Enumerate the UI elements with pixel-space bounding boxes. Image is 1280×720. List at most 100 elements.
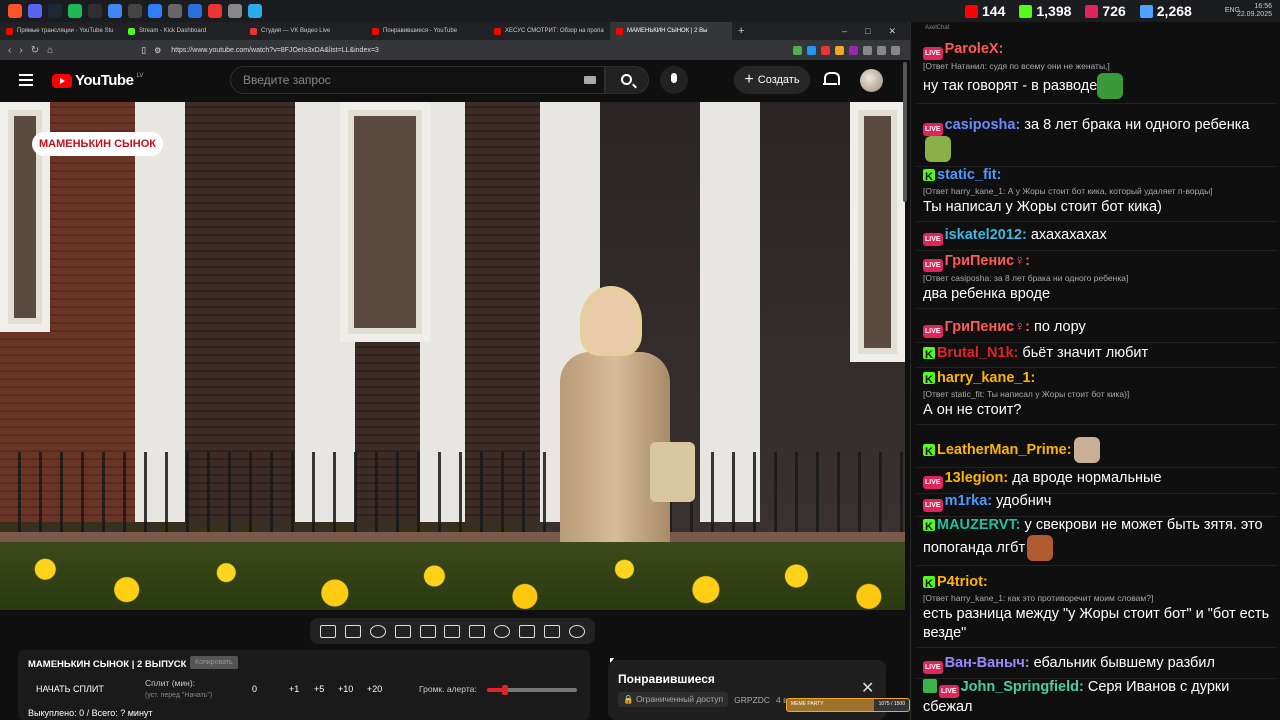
copy-button[interactable]: Копировать xyxy=(190,656,238,669)
chat-username[interactable]: casiposha: xyxy=(945,117,1021,133)
close-window-icon[interactable]: ✕ xyxy=(888,26,896,37)
chat-username[interactable]: iskatel2012: xyxy=(945,227,1027,243)
voice-search-button[interactable] xyxy=(660,66,688,94)
chat-username[interactable]: Ван-Ваныч: xyxy=(945,655,1030,671)
browser-tab[interactable]: Понравившиеся - YouTube xyxy=(366,22,488,40)
app4-icon[interactable] xyxy=(188,4,202,18)
site-info-icon[interactable]: ⚙ xyxy=(154,46,161,55)
speed-icon[interactable] xyxy=(494,624,511,638)
settings-gear-icon[interactable] xyxy=(568,624,585,638)
emote-icon xyxy=(925,136,951,162)
chat-message-header: LIVE ГриПенис♀: по лору xyxy=(923,318,1271,338)
create-button[interactable]: + Создать xyxy=(734,66,810,94)
video-player[interactable]: МАМЕНЬКИН СЫНОК xyxy=(0,102,905,610)
chat-username[interactable]: harry_kane_1: xyxy=(937,370,1035,386)
chat-username[interactable]: ГриПенис♀: xyxy=(945,319,1030,335)
chat-username[interactable]: LeatherMan_Prime: xyxy=(937,442,1072,458)
tab-label: Понравившиеся - YouTube xyxy=(383,28,458,34)
ext-icon[interactable] xyxy=(849,45,858,55)
split-value[interactable]: 0 xyxy=(252,684,257,694)
add-clip-icon[interactable] xyxy=(518,624,535,638)
chat-username[interactable]: static_fit: xyxy=(937,167,1001,183)
youtube-logo[interactable]: YouTube LV xyxy=(52,72,143,89)
search-input[interactable]: Введите запрос xyxy=(230,66,605,94)
chrome-icon[interactable] xyxy=(108,4,122,18)
app5-icon[interactable] xyxy=(208,4,222,18)
page-scrollbar[interactable] xyxy=(903,62,907,202)
broadcast-icon[interactable] xyxy=(370,624,387,638)
app3-icon[interactable] xyxy=(168,4,182,18)
forward-icon[interactable]: › xyxy=(19,45,22,56)
ext-icon[interactable] xyxy=(793,45,802,55)
ext-icon[interactable] xyxy=(807,45,816,55)
alert-volume-slider[interactable] xyxy=(487,685,577,695)
tab-favicon-icon xyxy=(372,27,379,35)
app6-icon[interactable] xyxy=(228,4,242,18)
maximize-icon[interactable]: □ xyxy=(865,26,870,37)
loop-icon[interactable] xyxy=(320,624,337,638)
increment-1-button[interactable]: +1 xyxy=(289,684,299,694)
minimize-icon[interactable]: – xyxy=(842,26,847,37)
browser-tab[interactable]: МАМЕНЬКИН СЫНОК | 2 Вы xyxy=(610,22,732,40)
chat-text: два ребенка вроде xyxy=(923,286,1051,302)
reload-icon[interactable]: ↻ xyxy=(31,45,39,56)
ext-icon[interactable] xyxy=(821,45,830,55)
chat-username[interactable]: P4triot: xyxy=(937,574,988,590)
notifications-bell-icon[interactable] xyxy=(823,72,840,87)
chat-username[interactable]: 13legion: xyxy=(945,470,1009,486)
brave-icon[interactable] xyxy=(8,4,22,18)
ext-icon[interactable] xyxy=(877,45,886,55)
telegram-icon[interactable] xyxy=(248,4,262,18)
avatar[interactable] xyxy=(860,69,883,92)
clock[interactable]: 16:56 22.09.2025 xyxy=(1237,3,1272,19)
frame-icon[interactable] xyxy=(469,624,486,638)
back-icon[interactable]: ‹ xyxy=(8,45,11,56)
chat-text: по лору xyxy=(1033,319,1086,335)
view-icon[interactable] xyxy=(394,624,411,638)
access-label: Ограниченный доступ xyxy=(635,694,724,704)
ext-icon[interactable] xyxy=(835,45,844,55)
increment-20-button[interactable]: +20 xyxy=(367,684,382,694)
cinema-icon[interactable] xyxy=(419,624,436,638)
chat-username[interactable]: John_Springfield: xyxy=(961,679,1084,695)
chat-username[interactable]: MAUZERVT: xyxy=(937,517,1021,533)
search-button[interactable] xyxy=(605,66,649,94)
keyboard-icon[interactable] xyxy=(584,76,596,84)
browser-tab[interactable]: Прямые трансляции - YouTube Stu xyxy=(0,22,122,40)
increment-5-button[interactable]: +5 xyxy=(314,684,324,694)
close-icon[interactable]: ✕ xyxy=(861,678,874,698)
sort-icon[interactable] xyxy=(345,624,362,638)
discord-icon[interactable] xyxy=(28,4,42,18)
playlist-owner[interactable]: GRPZDC xyxy=(734,695,770,705)
chat-username[interactable]: ГриПенис♀: xyxy=(945,253,1030,269)
start-split-button[interactable]: НАЧАТЬ СПЛИТ xyxy=(36,684,104,694)
playlist-title[interactable]: Понравившиеся xyxy=(618,672,715,686)
browser-tab[interactable]: Студия — VK Видео Live xyxy=(244,22,366,40)
tab-list: Прямые трансляции - YouTube Stu Stream - … xyxy=(0,22,732,40)
chat-username[interactable]: m1rka: xyxy=(945,493,993,509)
ext-icon[interactable] xyxy=(863,45,872,55)
menu-icon[interactable] xyxy=(19,74,33,89)
chat-message: LeatherMan_Prime: xyxy=(917,435,1277,468)
address-bar: ‹ › ↻ ⌂ ▯ ⚙ https://www.youtube.com/watc… xyxy=(0,40,910,60)
app2-icon[interactable] xyxy=(148,4,162,18)
ext-icon[interactable] xyxy=(891,45,900,55)
obs-icon[interactable] xyxy=(88,4,102,18)
chat-username[interactable]: Brutal_N1k: xyxy=(937,345,1018,361)
browser-tab[interactable]: ХЕСУС СМОТРИТ: Обзор на пропа xyxy=(488,22,610,40)
browser-tab[interactable]: Stream - Kick Dashboard xyxy=(122,22,244,40)
bookmark-icon[interactable]: ▯ xyxy=(141,45,146,56)
chat-message: LIVE m1rka: удобнич xyxy=(917,490,1277,517)
increment-10-button[interactable]: +10 xyxy=(338,684,353,694)
url-field[interactable]: https://www.youtube.com/watch?v=8FJOeIs3… xyxy=(171,47,379,54)
spotify-icon[interactable] xyxy=(68,4,82,18)
new-tab-icon[interactable]: + xyxy=(732,25,750,37)
home-icon[interactable]: ⌂ xyxy=(47,45,53,56)
chat-message: static_fit: [Ответ harry_kane_1: А у Жоры… xyxy=(917,164,1277,222)
screenshot-icon[interactable] xyxy=(543,624,560,638)
chat-username[interactable]: ParoleX: xyxy=(945,41,1004,57)
steam-icon[interactable] xyxy=(48,4,62,18)
app-icon[interactable] xyxy=(128,4,142,18)
window-icon[interactable] xyxy=(444,624,461,638)
chat-reply-quote: [Ответ static_fit: Ты написал у Жоры сто… xyxy=(923,389,1130,399)
